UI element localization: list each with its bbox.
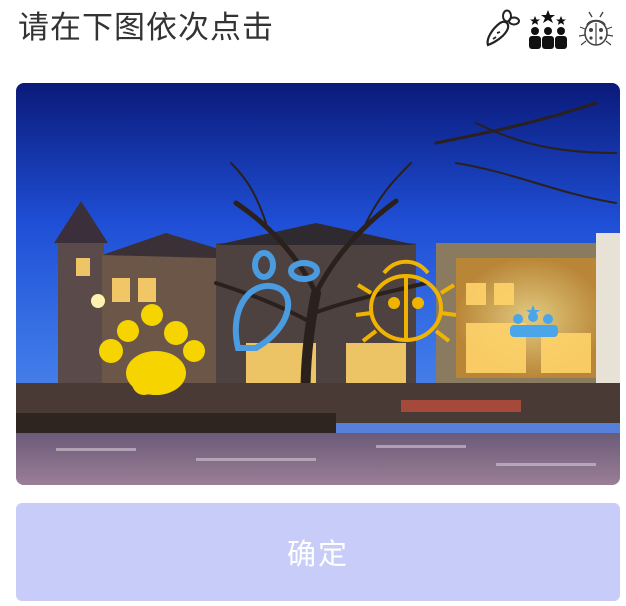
captcha-scene bbox=[16, 83, 620, 485]
people-group-icon bbox=[529, 10, 567, 49]
ladybug-icon bbox=[578, 11, 614, 46]
captcha-image[interactable] bbox=[16, 83, 620, 485]
captcha-header: 请在下图依次点击 bbox=[0, 0, 626, 60]
carrot-icon bbox=[486, 9, 520, 47]
instruction-text: 请在下图依次点击 bbox=[18, 10, 274, 46]
target-icon-sequence bbox=[480, 6, 616, 52]
confirm-button[interactable]: 确定 bbox=[16, 503, 620, 601]
